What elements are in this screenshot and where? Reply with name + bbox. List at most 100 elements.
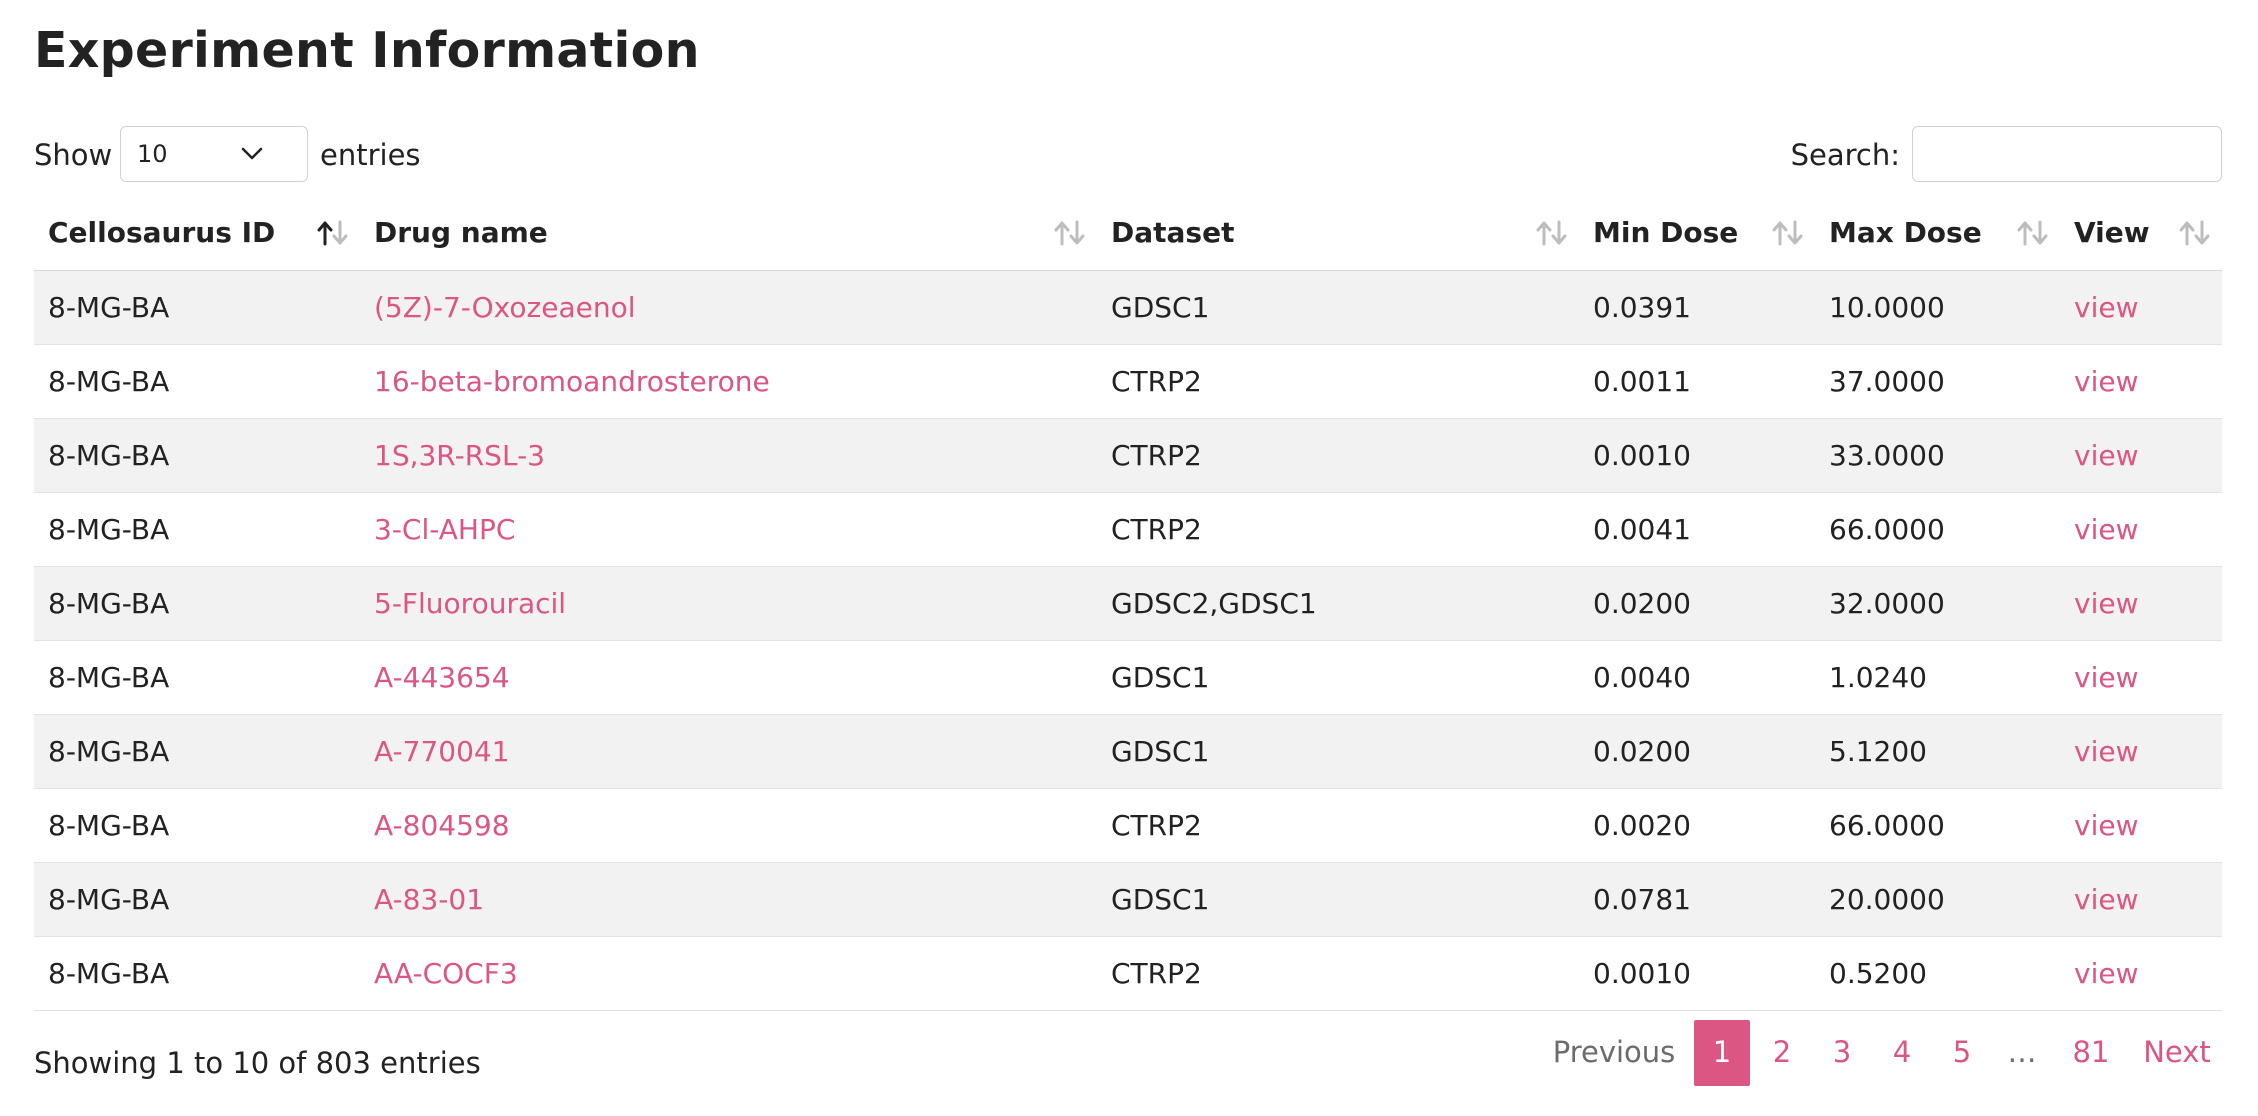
column-header-min-dose[interactable]: Min Dose xyxy=(1579,196,1815,271)
table-cell: GDSC1 xyxy=(1097,713,1579,788)
table-row: 8-MG-BA 16-beta-bromoandrosterone CTRP2 0.0… xyxy=(34,343,2222,418)
column-header-label: View xyxy=(2074,216,2150,250)
dataset-cell: GDSC1 xyxy=(1111,882,1210,916)
view-link[interactable]: view xyxy=(2074,883,2138,916)
max-dose-cell: 37.0000 xyxy=(1829,364,1945,398)
pagination-page-3[interactable]: 3 xyxy=(1814,1020,1870,1086)
max-dose-cell: 66.0000 xyxy=(1829,512,1945,546)
dataset-cell: CTRP2 xyxy=(1111,956,1202,990)
entries-per-page-select[interactable]: 10 xyxy=(120,126,308,182)
pagination-page-4[interactable]: 4 xyxy=(1874,1020,1930,1086)
table-cell: (5Z)-7-Oxozeaenol xyxy=(360,269,1097,344)
view-link[interactable]: view xyxy=(2074,809,2138,842)
dataset-cell: GDSC1 xyxy=(1111,660,1210,694)
drug-name-link[interactable]: 3-Cl-AHPC xyxy=(374,513,515,546)
table-cell: 8-MG-BA xyxy=(34,787,360,862)
drug-name-link[interactable]: (5Z)-7-Oxozeaenol xyxy=(374,291,636,324)
sort-arrows-icon xyxy=(1054,220,1085,246)
table-cell: 16-beta-bromoandrosterone xyxy=(360,343,1097,418)
table-cell: CTRP2 xyxy=(1097,787,1579,862)
view-link[interactable]: view xyxy=(2074,735,2138,768)
drug-name-link[interactable]: A-443654 xyxy=(374,661,510,694)
sort-arrows-icon xyxy=(2179,220,2210,246)
table-cell: 0.0010 xyxy=(1579,935,1815,1011)
table-cell: 1.0240 xyxy=(1815,639,2060,714)
view-link[interactable]: view xyxy=(2074,365,2138,398)
table-cell: 0.0020 xyxy=(1579,787,1815,862)
min-dose-cell: 0.0040 xyxy=(1593,660,1691,694)
drug-name-link[interactable]: A-770041 xyxy=(374,735,510,768)
drug-name-link[interactable]: 1S,3R-RSL-3 xyxy=(374,439,545,472)
length-suffix: entries xyxy=(320,138,421,172)
cellosaurus-id-cell: 8-MG-BA xyxy=(48,734,170,768)
table-cell: view xyxy=(2060,269,2222,344)
table-row: 8-MG-BA AA-COCF3 CTRP2 0.0010 0.5200 view xyxy=(34,935,2222,1011)
min-dose-cell: 0.0011 xyxy=(1593,364,1691,398)
column-header-max-dose[interactable]: Max Dose xyxy=(1815,196,2060,271)
table-cell: 0.0200 xyxy=(1579,565,1815,640)
column-header-label: Dataset xyxy=(1111,216,1235,250)
entries-per-page-value: 10 xyxy=(137,140,168,168)
pagination-next[interactable]: Next xyxy=(2132,1020,2222,1086)
max-dose-cell: 1.0240 xyxy=(1829,660,1927,694)
view-link[interactable]: view xyxy=(2074,587,2138,620)
min-dose-cell: 0.0391 xyxy=(1593,290,1691,324)
dataset-cell: CTRP2 xyxy=(1111,438,1202,472)
table-cell: 20.0000 xyxy=(1815,861,2060,936)
drug-name-link[interactable]: A-83-01 xyxy=(374,883,484,916)
table-cell: 1S,3R-RSL-3 xyxy=(360,417,1097,492)
table-cell: 0.0040 xyxy=(1579,639,1815,714)
view-link[interactable]: view xyxy=(2074,661,2138,694)
pagination-page-1[interactable]: 1 xyxy=(1694,1020,1750,1086)
table-cell: GDSC1 xyxy=(1097,861,1579,936)
table-cell: 33.0000 xyxy=(1815,417,2060,492)
dataset-cell: CTRP2 xyxy=(1111,364,1202,398)
view-link[interactable]: view xyxy=(2074,513,2138,546)
search-label: Search: xyxy=(1790,138,1900,172)
min-dose-cell: 0.0041 xyxy=(1593,512,1691,546)
drug-name-link[interactable]: 16-beta-bromoandrosterone xyxy=(374,365,770,398)
column-header-view[interactable]: View xyxy=(2060,196,2222,271)
drug-name-link[interactable]: 5-Fluorouracil xyxy=(374,587,566,620)
table-cell: 37.0000 xyxy=(1815,343,2060,418)
table-cell: 66.0000 xyxy=(1815,491,2060,566)
pagination-page-5[interactable]: 5 xyxy=(1934,1020,1990,1086)
sort-arrows-icon xyxy=(1772,220,1803,246)
table-cell: 8-MG-BA xyxy=(34,713,360,788)
search-input[interactable] xyxy=(1912,126,2222,182)
table-cell: A-804598 xyxy=(360,787,1097,862)
chevron-down-icon xyxy=(241,147,263,160)
view-link[interactable]: view xyxy=(2074,291,2138,324)
table-cell: 66.0000 xyxy=(1815,787,2060,862)
table-row: 8-MG-BA 5-Fluorouracil GDSC2,GDSC1 0.0200 32… xyxy=(34,565,2222,640)
pagination: Previous 1 2 3 4 5 … 81 Next xyxy=(1544,1020,2222,1086)
min-dose-cell: 0.0781 xyxy=(1593,882,1691,916)
column-header-drug-name[interactable]: Drug name xyxy=(360,196,1097,271)
table-cell: view xyxy=(2060,565,2222,640)
view-link[interactable]: view xyxy=(2074,439,2138,472)
max-dose-cell: 5.1200 xyxy=(1829,734,1927,768)
table-cell: 5-Fluorouracil xyxy=(360,565,1097,640)
view-link[interactable]: view xyxy=(2074,957,2138,990)
dataset-cell: GDSC1 xyxy=(1111,734,1210,768)
pagination-page-2[interactable]: 2 xyxy=(1754,1020,1810,1086)
table-cell: AA-COCF3 xyxy=(360,935,1097,1011)
column-header-cellosaurus-id[interactable]: Cellosaurus ID xyxy=(34,196,360,271)
table-cell: 0.0010 xyxy=(1579,417,1815,492)
table-cell: A-83-01 xyxy=(360,861,1097,936)
sort-arrows-icon xyxy=(317,220,348,246)
table-row: 8-MG-BA A-83-01 GDSC1 0.0781 20.0000 view xyxy=(34,861,2222,936)
pagination-page-81[interactable]: 81 xyxy=(2056,1020,2126,1086)
max-dose-cell: 33.0000 xyxy=(1829,438,1945,472)
table-row: 8-MG-BA (5Z)-7-Oxozeaenol GDSC1 0.0391 10.00… xyxy=(34,269,2222,344)
table-cell: 5.1200 xyxy=(1815,713,2060,788)
table-cell: 0.0011 xyxy=(1579,343,1815,418)
drug-name-link[interactable]: AA-COCF3 xyxy=(374,957,518,990)
column-header-dataset[interactable]: Dataset xyxy=(1097,196,1579,271)
drug-name-link[interactable]: A-804598 xyxy=(374,809,510,842)
table-cell: 8-MG-BA xyxy=(34,417,360,492)
cellosaurus-id-cell: 8-MG-BA xyxy=(48,808,170,842)
table-cell: 8-MG-BA xyxy=(34,343,360,418)
table-cell: 8-MG-BA xyxy=(34,639,360,714)
max-dose-cell: 10.0000 xyxy=(1829,290,1945,324)
